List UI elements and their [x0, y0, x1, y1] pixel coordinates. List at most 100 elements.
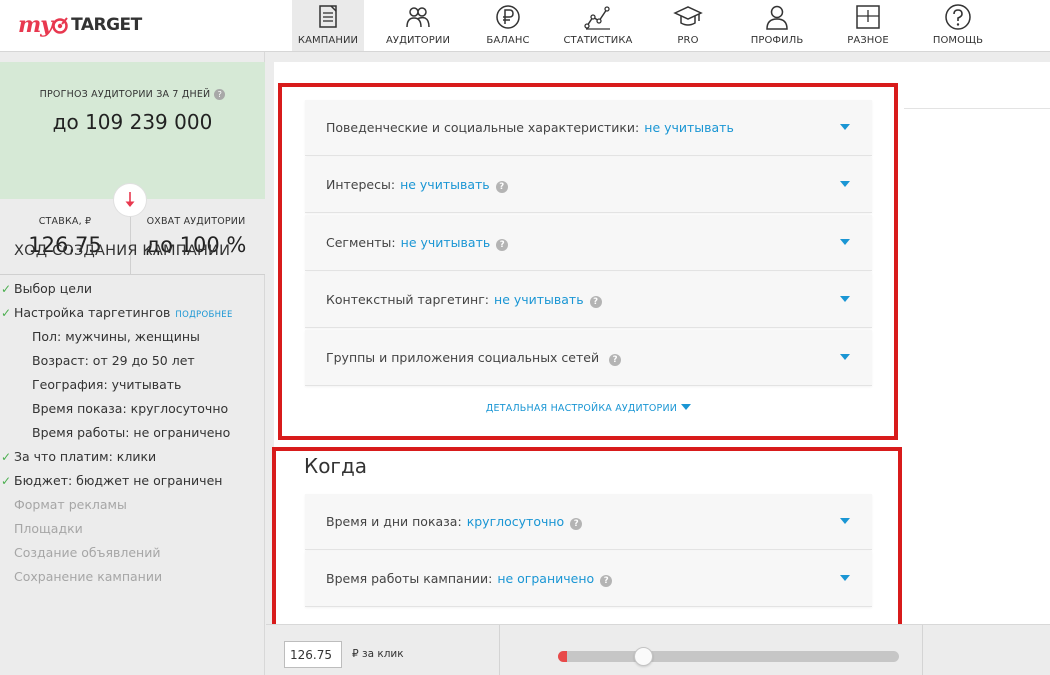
- caret-down-icon: [681, 404, 692, 410]
- bottom-divider: [499, 625, 500, 675]
- help-icon[interactable]: ?: [495, 181, 508, 193]
- help-icon[interactable]: ?: [496, 239, 509, 251]
- logo-target-text: TARGET: [71, 15, 142, 35]
- step-payment[interactable]: ✓ За что платим: клики: [0, 445, 265, 469]
- step-label: Выбор цели: [14, 281, 93, 296]
- nav-misc[interactable]: РАЗНОЕ: [842, 0, 894, 51]
- caret-down-icon[interactable]: [840, 354, 850, 360]
- nav-label: PRO: [677, 35, 699, 46]
- profile-icon: [766, 5, 788, 30]
- nav-label: РАЗНОЕ: [847, 35, 889, 46]
- accordion-interests[interactable]: Интересы: не учитывать?: [305, 157, 872, 213]
- forecast-arrow-badge: [113, 183, 147, 217]
- caret-down-icon[interactable]: [840, 575, 850, 581]
- accordion-value-link[interactable]: не ограничено: [497, 571, 594, 586]
- accordion-segments[interactable]: Сегменты: не учитывать?: [305, 215, 872, 271]
- accordion-contextual[interactable]: Контекстный таргетинг: не учитывать?: [305, 272, 872, 328]
- step-goal[interactable]: ✓ Выбор цели: [0, 277, 265, 301]
- help-icon: [945, 4, 971, 30]
- accordion-campaign-run-time[interactable]: Время работы кампании: не ограничено?: [305, 551, 872, 607]
- step-label: Время показа: круглосуточно: [32, 401, 229, 416]
- accordion-value-link[interactable]: не учитывать: [401, 235, 491, 250]
- audience-forecast: ПРОГНОЗ АУДИТОРИИ ЗА 7 ДНЕЙ? до 109 239 …: [0, 62, 265, 199]
- nav-pro[interactable]: PRO: [668, 0, 708, 51]
- accordion-value-link[interactable]: не учитывать: [494, 292, 584, 307]
- nav-audiences[interactable]: АУДИТОРИИ: [380, 0, 456, 51]
- checkmark-icon: ✓: [1, 450, 12, 464]
- campaign-sidebar: ПРОГНОЗ АУДИТОРИИ ЗА 7 ДНЕЙ? до 109 239 …: [0, 52, 265, 675]
- help-icon[interactable]: ?: [609, 354, 622, 366]
- top-navigation: my TARGET КАМПАНИИ АУДИТОРИИ БАЛАНС СТАТ…: [0, 0, 1050, 52]
- caret-down-icon[interactable]: [840, 518, 850, 524]
- accordion-label: Время работы кампании: не ограничено?: [326, 551, 613, 607]
- checkmark-icon: ✓: [1, 474, 12, 488]
- accordion-value-link[interactable]: круглосуточно: [467, 514, 565, 529]
- accordion-show-time[interactable]: Время и дни показа: круглосуточно?: [305, 494, 872, 550]
- nav-label: АУДИТОРИИ: [385, 35, 451, 46]
- bid-input[interactable]: [284, 641, 342, 668]
- bid-slider-thumb[interactable]: [634, 647, 653, 666]
- caret-down-icon[interactable]: [840, 181, 850, 187]
- help-icon[interactable]: ?: [600, 575, 613, 587]
- accordion-social-groups[interactable]: Группы и приложения социальных сетей?: [305, 330, 872, 386]
- bid-unit-label: ₽ за клик: [352, 648, 404, 660]
- logo-my-text: my: [18, 12, 53, 38]
- help-icon[interactable]: ?: [570, 518, 583, 530]
- nav-label: БАЛАНС: [486, 35, 530, 46]
- campaigns-icon: [319, 5, 337, 28]
- caret-down-icon[interactable]: [840, 239, 850, 245]
- forecast-title-text: ПРОГНОЗ АУДИТОРИИ ЗА 7 ДНЕЙ: [39, 89, 211, 100]
- bid-label: СТАВКА, ₽: [38, 216, 92, 227]
- step-detail-age: Возраст: от 29 до 50 лет: [0, 349, 265, 373]
- step-targeting[interactable]: ✓ Настройка таргетингов ПОДРОБНЕЕ: [0, 301, 265, 325]
- accordion-value-link[interactable]: не учитывать: [644, 120, 734, 135]
- step-label: За что платим: клики: [14, 449, 157, 464]
- accordion-title: Контекстный таргетинг:: [326, 292, 490, 307]
- nav-help[interactable]: ПОМОЩЬ: [930, 0, 986, 51]
- step-detail-geo: География: учитывать: [0, 373, 265, 397]
- accordion-value-link[interactable]: не учитывать: [400, 177, 490, 192]
- accordion-label: Интересы: не учитывать?: [326, 157, 508, 213]
- step-save-campaign: Сохранение кампании: [0, 565, 265, 589]
- main-content: Поведенческие и социальные характеристик…: [266, 52, 1050, 624]
- more-details-link[interactable]: ПОДРОБНЕЕ: [175, 310, 232, 320]
- checkmark-icon: ✓: [1, 306, 12, 320]
- step-label: Формат рекламы: [14, 497, 127, 512]
- step-label: Площадки: [14, 521, 83, 536]
- misc-icon: [856, 5, 880, 29]
- help-icon[interactable]: ?: [589, 296, 602, 308]
- caret-down-icon[interactable]: [840, 296, 850, 302]
- nav-profile[interactable]: ПРОФИЛЬ: [748, 0, 806, 51]
- accordion-behavioral[interactable]: Поведенческие и социальные характеристик…: [305, 100, 872, 156]
- detailed-audience-settings-link[interactable]: ДЕТАЛЬНАЯ НАСТРОЙКА АУДИТОРИИ: [305, 403, 872, 414]
- accordion-label: Группы и приложения социальных сетей?: [326, 330, 622, 386]
- detail-link-text: ДЕТАЛЬНАЯ НАСТРОЙКА АУДИТОРИИ: [485, 403, 678, 414]
- accordion-label: Контекстный таргетинг: не учитывать?: [326, 272, 602, 328]
- step-label: География: учитывать: [32, 377, 182, 392]
- nav-label: СТАТИСТИКА: [563, 35, 633, 46]
- section-title-when: Когда: [304, 454, 368, 478]
- bottom-divider: [922, 625, 923, 675]
- mytarget-logo[interactable]: my TARGET: [18, 10, 142, 40]
- bid-slider-track[interactable]: [558, 651, 899, 662]
- nav-statistics[interactable]: СТАТИСТИКА: [562, 0, 634, 51]
- caret-down-icon[interactable]: [840, 124, 850, 130]
- targeting-panel: Поведенческие и социальные характеристик…: [274, 62, 1050, 624]
- step-label: Пол: мужчины, женщины: [32, 329, 200, 344]
- step-detail-run-time: Время работы: не ограничено: [0, 421, 265, 445]
- forecast-help-icon[interactable]: ?: [214, 89, 226, 100]
- nav-balance[interactable]: БАЛАНС: [478, 0, 538, 51]
- accordion-title: Сегменты:: [326, 235, 396, 250]
- ruble-icon: [496, 5, 520, 29]
- header-divider: [904, 108, 1050, 109]
- reach-label: ОХВАТ АУДИТОРИИ: [146, 216, 246, 227]
- step-budget[interactable]: ✓ Бюджет: бюджет не ограничен: [0, 469, 265, 493]
- accordion-label: Сегменты: не учитывать?: [326, 215, 509, 271]
- step-placements: Площадки: [0, 517, 265, 541]
- accordion-label: Время и дни показа: круглосуточно?: [326, 494, 583, 550]
- accordion-title: Поведенческие и социальные характеристик…: [326, 120, 640, 135]
- forecast-title: ПРОГНОЗ АУДИТОРИИ ЗА 7 ДНЕЙ?: [0, 89, 265, 100]
- nav-campaigns[interactable]: КАМПАНИИ: [292, 0, 364, 51]
- nav-label: ПОМОЩЬ: [932, 35, 984, 46]
- bottom-bid-bar: ₽ за клик: [266, 624, 1050, 675]
